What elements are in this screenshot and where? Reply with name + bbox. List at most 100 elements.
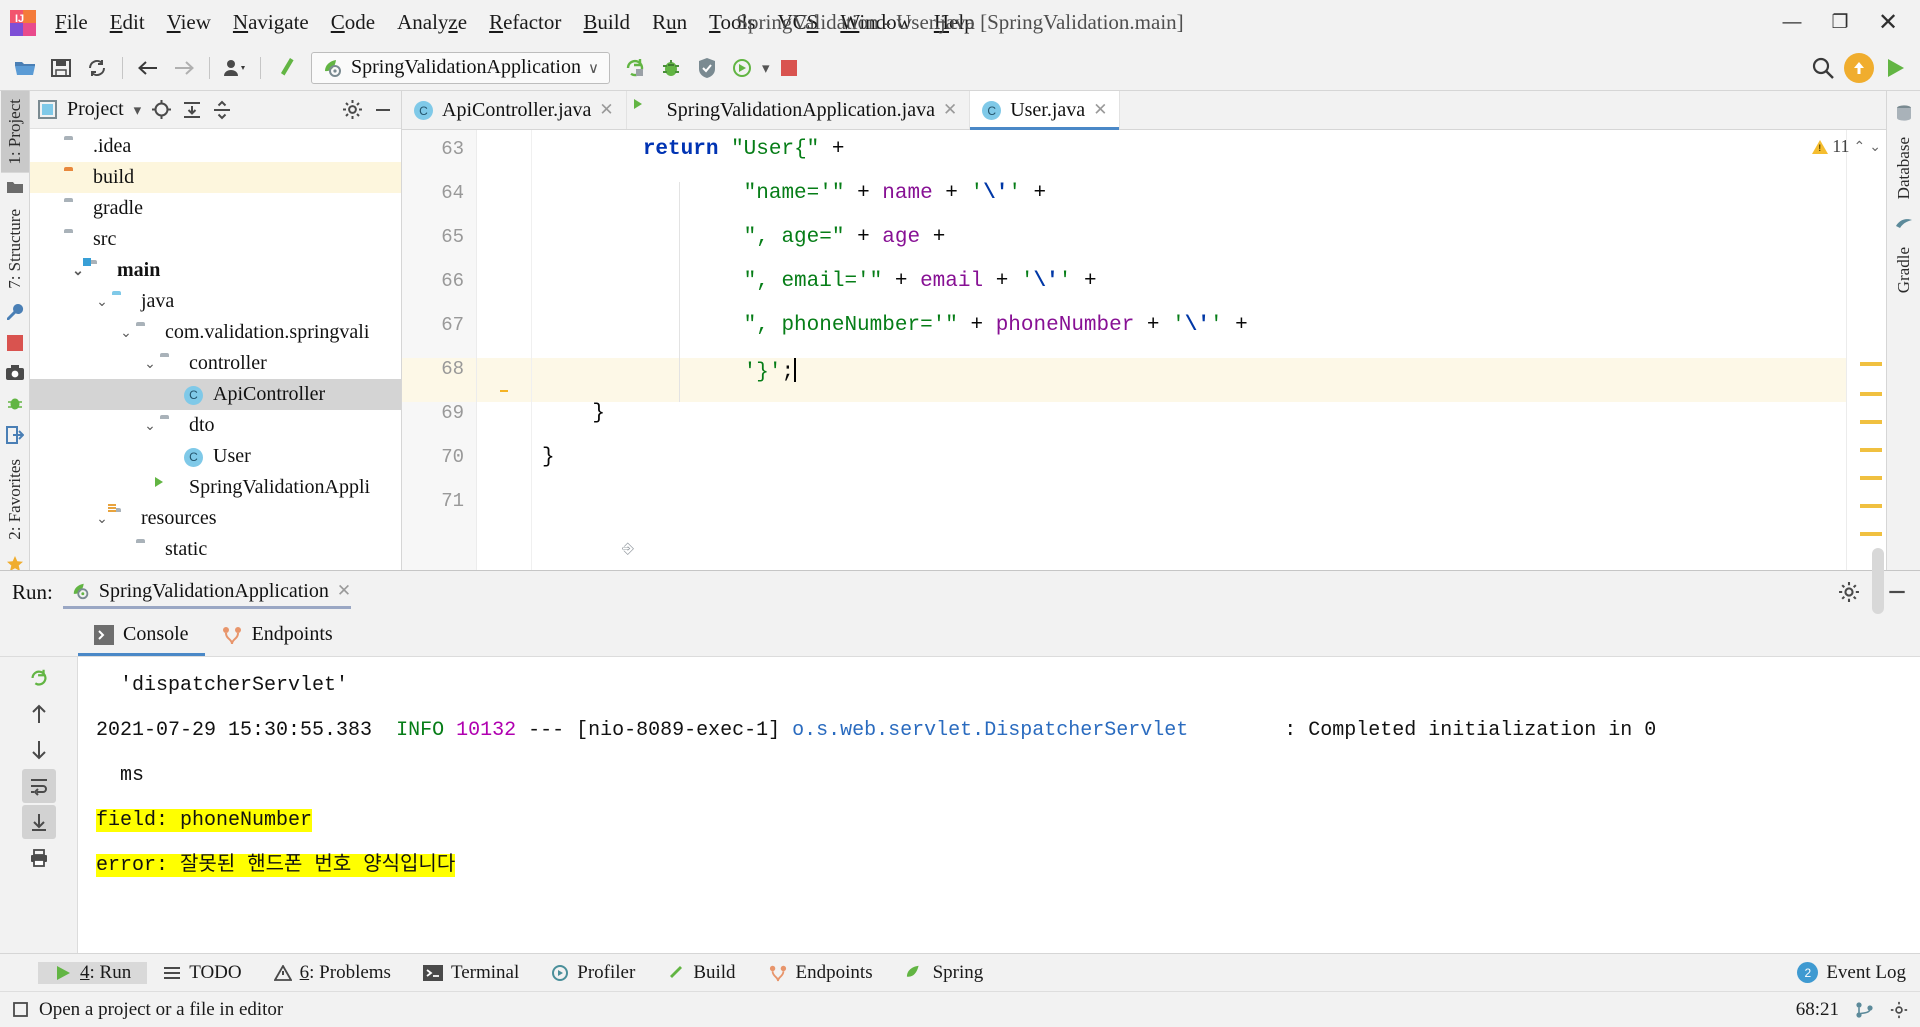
sidebar-tab-gradle[interactable]: Gradle: [1890, 239, 1918, 301]
chevron-up-icon[interactable]: ⌃: [1854, 138, 1866, 155]
tree-node-apicontroller[interactable]: ⌄C ApiController: [30, 379, 401, 410]
code-line[interactable]: [532, 490, 1846, 534]
menu-item-navigate[interactable]: Navigate: [222, 8, 320, 37]
scroll-to-end-icon[interactable]: [21, 805, 56, 839]
update-icon[interactable]: [1844, 52, 1874, 83]
chevron-down-icon[interactable]: ▾: [134, 101, 142, 119]
tree-node-src[interactable]: ⌄ src: [30, 224, 401, 255]
minimize-button[interactable]: —: [1768, 3, 1816, 43]
code-line[interactable]: return "User{" +: [532, 138, 1846, 182]
intention-bulb-icon[interactable]: [477, 358, 531, 402]
tree-node-user[interactable]: ⌄C User: [30, 441, 401, 472]
collapse-all-icon[interactable]: [212, 100, 232, 120]
gear-icon[interactable]: [342, 99, 363, 120]
event-log-area[interactable]: 2 Event Log: [1797, 962, 1920, 984]
build-hammer-icon[interactable]: [269, 51, 303, 85]
forward-arrow-icon[interactable]: [167, 51, 201, 85]
debug-bug-icon[interactable]: [654, 51, 688, 85]
code-line[interactable]: ", age=" + age +: [532, 226, 1846, 270]
close-icon[interactable]: ✕: [943, 100, 957, 120]
bug-tree-icon[interactable]: [6, 387, 24, 419]
search-icon[interactable]: [1806, 51, 1840, 85]
settings-gear-icon[interactable]: [1890, 1001, 1908, 1019]
maximize-button[interactable]: ❐: [1816, 3, 1864, 43]
tree-node-dto[interactable]: ⌄ dto: [30, 410, 401, 441]
menu-item-code[interactable]: Code: [320, 8, 386, 37]
console-output[interactable]: 'dispatcherServlet' 2021-07-29 15:30:55.3…: [78, 657, 1920, 953]
tree-node-gradle[interactable]: ⌄ gradle: [30, 193, 401, 224]
tool-window-spring[interactable]: Spring: [889, 962, 1000, 984]
close-icon[interactable]: ✕: [337, 581, 351, 601]
menu-item-build[interactable]: Build: [572, 8, 641, 37]
chevron-down-icon[interactable]: ⌄: [140, 417, 160, 434]
tree-node-resources[interactable]: ⌄ resources: [30, 503, 401, 534]
rerun-icon[interactable]: [618, 51, 652, 85]
tree-node-com-validation-springvali[interactable]: ⌄ com.validation.springvali: [30, 317, 401, 348]
code-line[interactable]: ", email='" + email + '\'' +: [532, 270, 1846, 314]
code-content[interactable]: ⎆ return "User{" + "name='" + name + '\'…: [532, 130, 1846, 570]
gradle-icon[interactable]: [1895, 207, 1913, 239]
tree-node--idea[interactable]: ⌄ .idea: [30, 131, 401, 162]
sidebar-tab-database[interactable]: Database: [1890, 129, 1918, 207]
menu-item-help[interactable]: Help: [923, 8, 986, 37]
sidebar-tab-favorites[interactable]: 2: Favorites: [1, 451, 29, 548]
tool-window-endpoints[interactable]: Endpoints: [752, 962, 889, 984]
camera-icon[interactable]: [5, 358, 24, 387]
open-folder-icon[interactable]: [8, 51, 42, 85]
chevron-down-icon[interactable]: ⌄: [116, 324, 136, 341]
coverage-icon[interactable]: [690, 51, 724, 85]
up-arrow-icon[interactable]: [22, 697, 56, 731]
menu-item-analyze[interactable]: Analyze: [386, 8, 478, 37]
tree-node-controller[interactable]: ⌄ controller: [30, 348, 401, 379]
tool-window-profiler[interactable]: Profiler: [535, 962, 651, 984]
tree-node-main[interactable]: ⌄ main: [30, 255, 401, 286]
menu-item-file[interactable]: File: [44, 8, 99, 37]
editor-tab-springvalidationapplication-java[interactable]: SpringValidationApplication.java ✕: [627, 91, 971, 129]
code-line[interactable]: '}';: [532, 358, 1846, 402]
tool-window-todo[interactable]: TODO: [147, 962, 257, 984]
close-icon[interactable]: ✕: [599, 100, 613, 120]
expand-all-icon[interactable]: [182, 100, 202, 120]
hide-panel-icon[interactable]: [373, 100, 393, 120]
chevron-down-icon[interactable]: ⌄: [1869, 138, 1881, 155]
tool-window-build[interactable]: Build: [651, 962, 751, 984]
tree-node-java[interactable]: ⌄ java: [30, 286, 401, 317]
inspection-summary[interactable]: 11 ⌃ ⌄: [1812, 136, 1881, 157]
chevron-down-icon[interactable]: ⌄: [140, 355, 160, 372]
menu-item-tools[interactable]: Tools: [698, 8, 766, 37]
sync-icon[interactable]: [80, 51, 114, 85]
branch-icon[interactable]: [1855, 1001, 1874, 1019]
close-icon[interactable]: ✕: [1093, 100, 1107, 120]
chevron-down-icon[interactable]: ∨: [588, 59, 599, 77]
code-line[interactable]: "name='" + name + '\'' +: [532, 182, 1846, 226]
menu-item-edit[interactable]: Edit: [99, 8, 156, 37]
database-icon[interactable]: [1895, 97, 1913, 129]
menu-item-run[interactable]: Run: [641, 8, 698, 37]
menu-item-vcs[interactable]: VCS: [766, 8, 829, 37]
down-arrow-icon[interactable]: [22, 733, 56, 767]
close-button[interactable]: ✕: [1864, 3, 1912, 43]
sidebar-tab-project[interactable]: 1: Project: [0, 91, 29, 173]
print-icon[interactable]: [22, 841, 56, 875]
folder-icon[interactable]: [6, 173, 23, 201]
tree-node-springvalidationappli[interactable]: ⌄SpringValidationAppli: [30, 472, 401, 503]
run-icon[interactable]: [1878, 51, 1912, 85]
project-view-icon[interactable]: [38, 100, 57, 119]
project-tree[interactable]: ⌄.idea⌄build⌄gradle⌄src⌄main⌄java⌄com.va…: [30, 129, 401, 570]
editor-scrollbar[interactable]: [1872, 548, 1884, 614]
save-all-icon[interactable]: [44, 51, 78, 85]
menu-item-window[interactable]: Window: [829, 8, 922, 37]
analysis-strip[interactable]: 11 ⌃ ⌄: [1812, 130, 1886, 614]
run-configuration-selector[interactable]: SpringValidationApplication ∨: [311, 51, 610, 84]
back-arrow-icon[interactable]: [131, 51, 165, 85]
code-fold-marker[interactable]: ⎆: [622, 540, 634, 557]
stop-square-icon[interactable]: [6, 328, 23, 358]
code-line[interactable]: }: [532, 402, 1846, 446]
menu-item-view[interactable]: View: [156, 8, 222, 37]
rerun-icon[interactable]: [22, 661, 56, 695]
tree-node-templates[interactable]: ⌄templates: [30, 565, 401, 570]
wrench-icon[interactable]: [6, 296, 24, 328]
menu-item-refactor[interactable]: Refactor: [478, 8, 572, 37]
editor-tab-user-java[interactable]: C User.java ✕: [970, 91, 1121, 130]
code-line[interactable]: }: [532, 446, 1846, 490]
